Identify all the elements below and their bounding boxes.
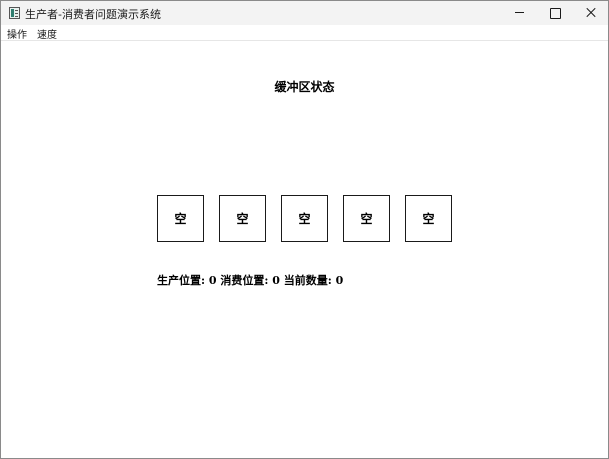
menu-item-speed[interactable]: 速度 <box>37 26 57 41</box>
buffer-slot: 空 <box>343 195 390 242</box>
buffer-status-heading: 缓冲区状态 <box>274 80 335 94</box>
buffer-slot: 空 <box>219 195 266 242</box>
window-title: 生产者-消费者问题演示系统 <box>25 8 161 21</box>
close-button[interactable] <box>573 1 609 25</box>
buffer-slot: 空 <box>405 195 452 242</box>
buffer-slot-label: 空 <box>360 212 373 226</box>
buffer-slot-label: 空 <box>298 212 311 226</box>
app-window: 生产者-消费者问题演示系统 操作 速度 缓冲区状态 空 空 空 空 空 生产位置… <box>0 0 609 459</box>
buffer-slot: 空 <box>281 195 328 242</box>
buffer-slot-label: 空 <box>174 212 187 226</box>
title-bar[interactable]: 生产者-消费者问题演示系统 <box>1 1 608 25</box>
buffer-slot-label: 空 <box>422 212 435 226</box>
status-text: 生产位置: 0 消费位置: 0 当前数量: 0 <box>157 274 344 287</box>
buffer-slot-label: 空 <box>236 212 249 226</box>
app-window-icon <box>9 7 20 19</box>
buffer-slot: 空 <box>157 195 204 242</box>
menu-bar: 操作 速度 <box>1 25 608 41</box>
minimize-button[interactable] <box>501 1 537 25</box>
maximize-button[interactable] <box>537 1 573 25</box>
menu-item-operation[interactable]: 操作 <box>7 26 27 41</box>
